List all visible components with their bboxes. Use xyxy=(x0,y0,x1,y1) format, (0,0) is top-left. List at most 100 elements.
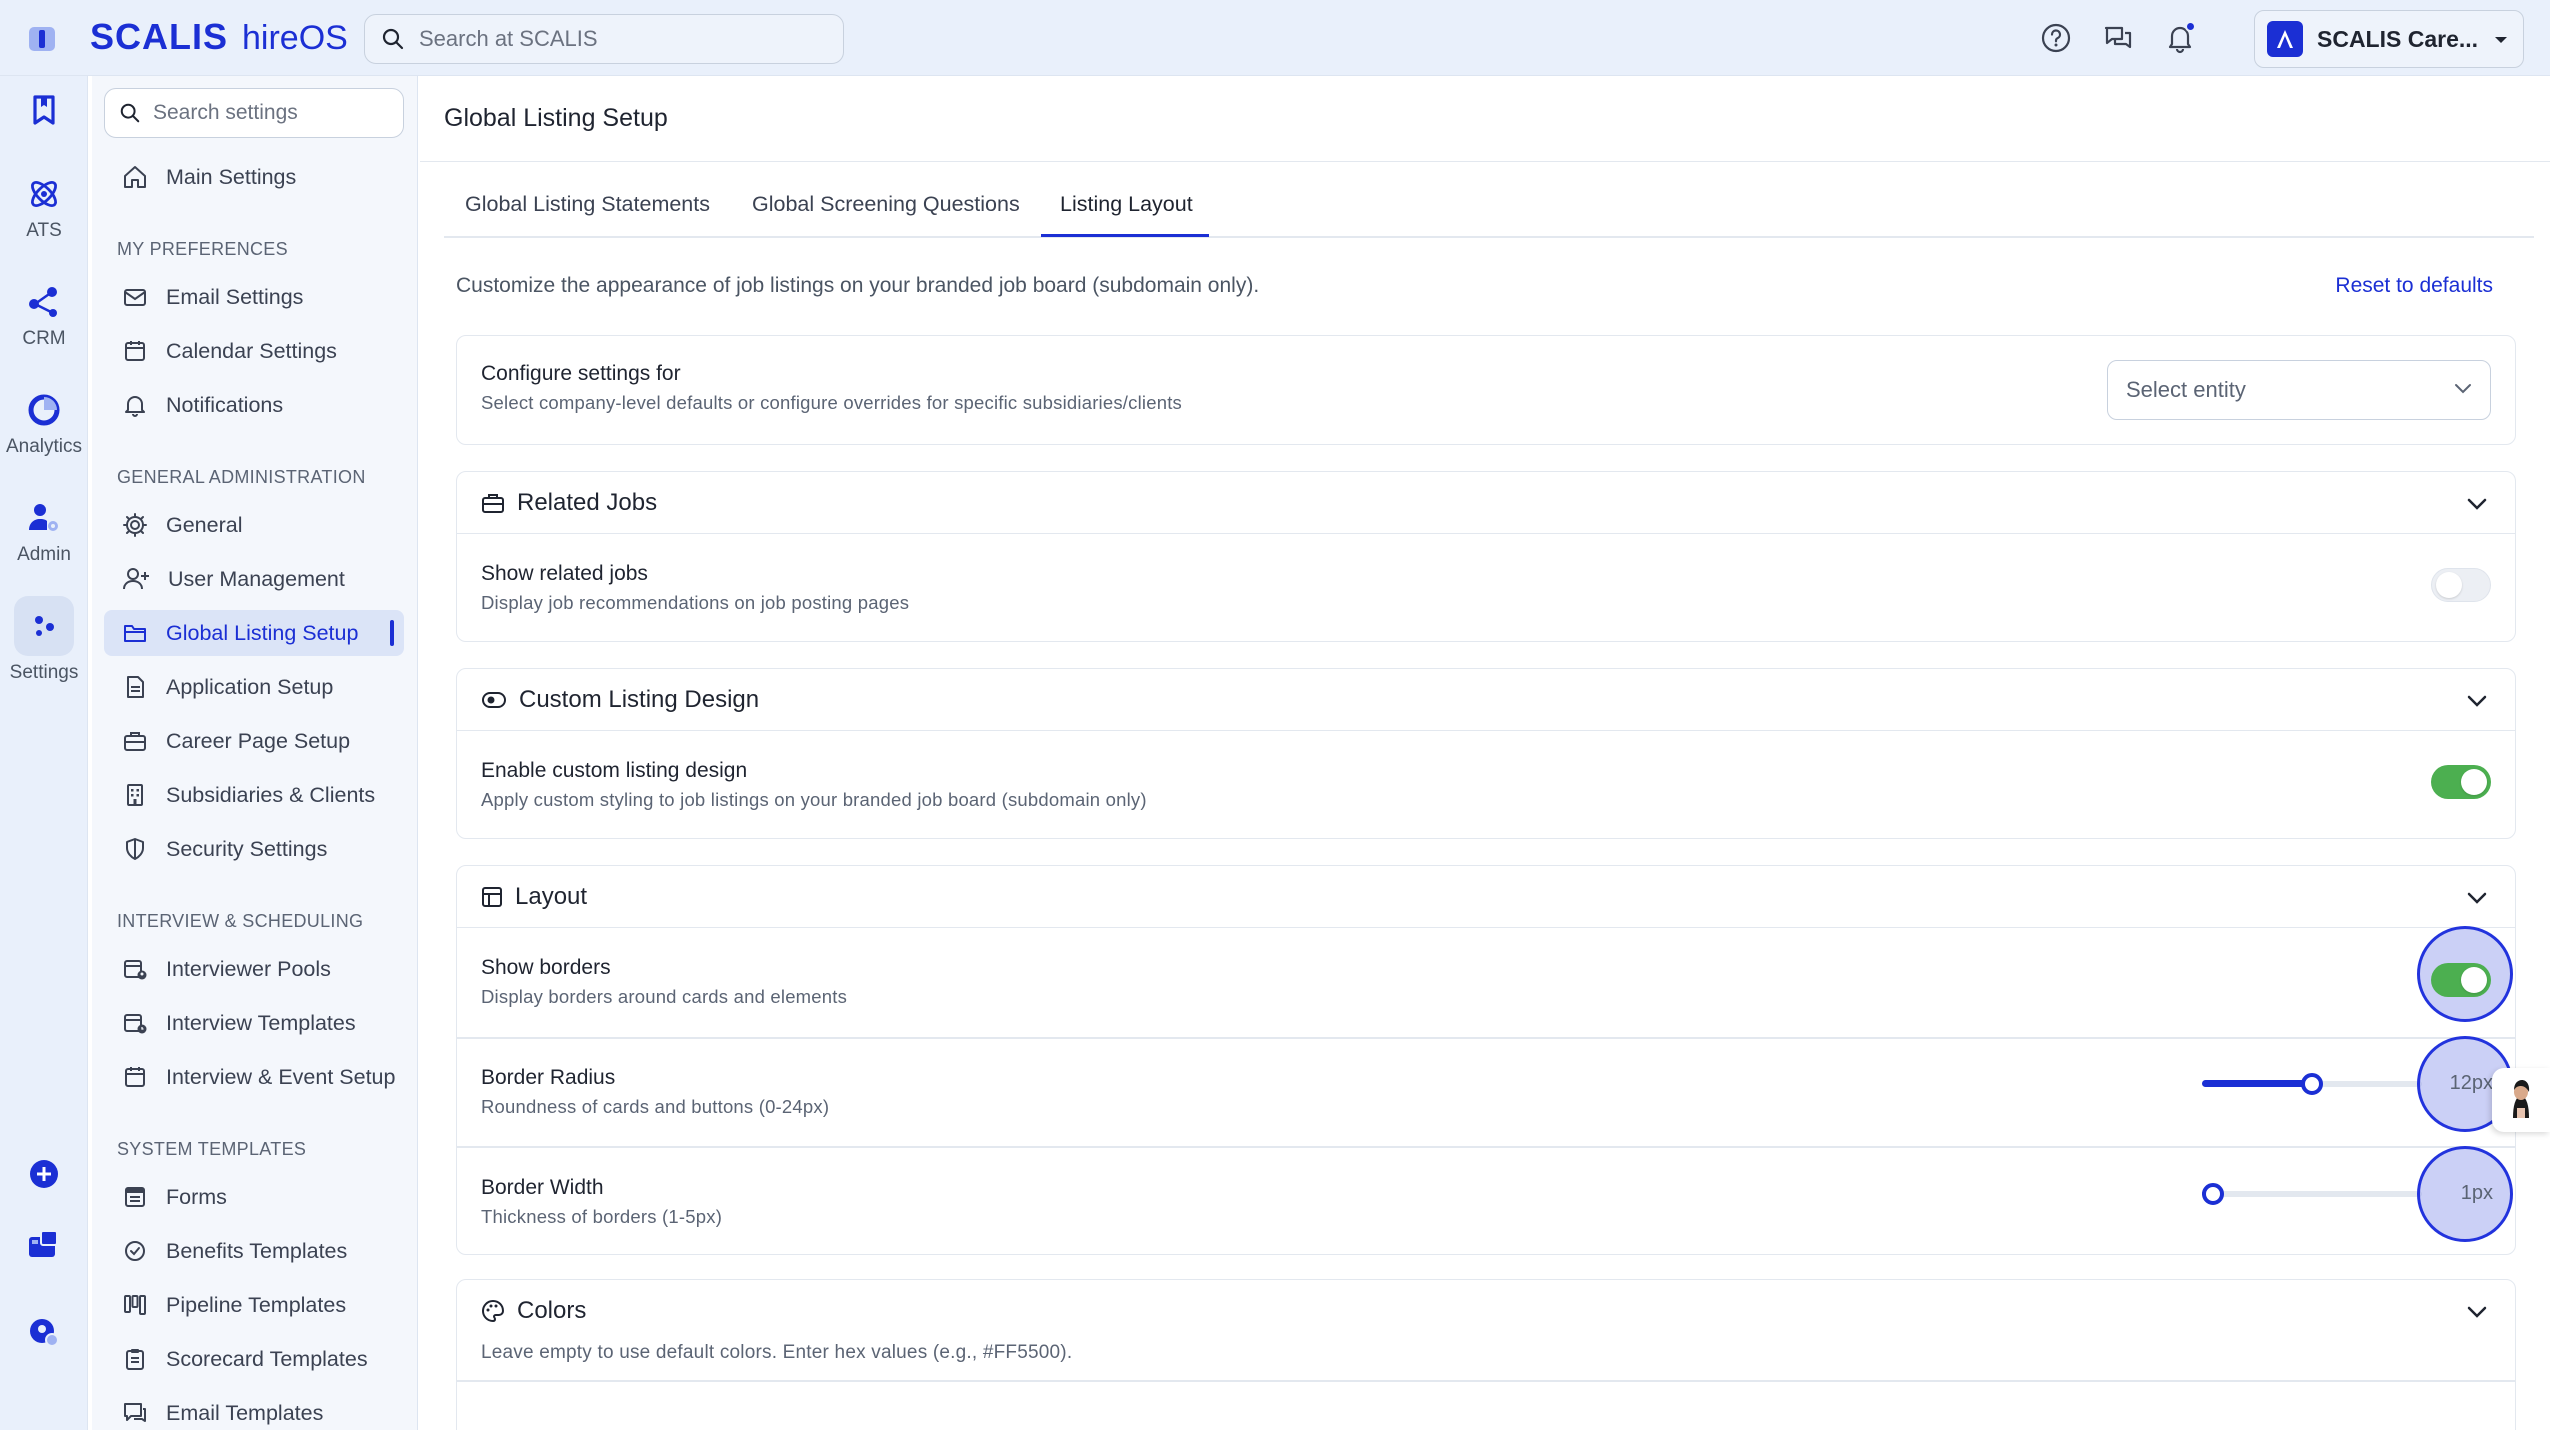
sidebar-item-career-page-setup[interactable]: Career Page Setup xyxy=(104,718,404,764)
network-icon xyxy=(24,282,64,322)
global-search[interactable] xyxy=(364,14,844,64)
active-tab-indicator xyxy=(1041,234,1209,237)
sidebar-item-label: Career Page Setup xyxy=(166,728,351,753)
rail-item-jobs[interactable] xyxy=(0,90,88,130)
sidebar-item-forms[interactable]: Forms xyxy=(104,1174,404,1220)
sidebar-item-label: Forms xyxy=(166,1184,227,1209)
sidebar-item-label: Security Settings xyxy=(166,836,328,861)
rail-add-button[interactable] xyxy=(0,1154,88,1194)
notifications-bell-icon[interactable] xyxy=(2164,21,2196,54)
sidebar-item-notifications[interactable]: Notifications xyxy=(104,382,404,428)
sidebar-item-email-settings[interactable]: Email Settings xyxy=(104,274,404,320)
plus-circle-icon xyxy=(24,1154,64,1194)
sidebar-item-global-listing-setup[interactable]: Global Listing Setup xyxy=(104,610,404,656)
message-icon xyxy=(122,1400,148,1426)
sidebar-item-general[interactable]: General xyxy=(104,502,404,548)
account-switcher[interactable]: SCALIS Care... xyxy=(2254,10,2524,68)
chevron-down-icon[interactable] xyxy=(2465,492,2489,516)
setting-description: Roundness of cards and buttons (0-24px) xyxy=(481,1096,830,1117)
divider xyxy=(457,1380,2515,1382)
settings-dots-icon xyxy=(14,596,74,656)
divider xyxy=(457,1146,2515,1148)
sidebar-item-label: Interview Templates xyxy=(166,1010,356,1035)
tab-global-listing-statements[interactable]: Global Listing Statements xyxy=(465,192,710,217)
chevron-down-icon[interactable] xyxy=(2465,886,2489,910)
user-gear-icon xyxy=(24,498,64,538)
brand-name: SCALIS xyxy=(90,16,229,57)
tab-global-screening-questions[interactable]: Global Screening Questions xyxy=(752,192,1020,217)
settings-search[interactable] xyxy=(104,88,404,138)
rail-item-crm[interactable]: CRM xyxy=(0,282,88,350)
slider-fill xyxy=(2202,1080,2312,1087)
page-description: Customize the appearance of job listings… xyxy=(456,274,1260,297)
enable-custom-design-toggle[interactable] xyxy=(2431,765,2491,799)
rail-item-settings[interactable]: Settings xyxy=(0,596,88,684)
setting-description: Apply custom styling to job listings on … xyxy=(481,789,1147,810)
border-width-slider[interactable] xyxy=(2202,1183,2422,1205)
user-settings-icon xyxy=(24,1312,64,1352)
layout-header[interactable]: Layout xyxy=(457,866,2515,928)
section-heading: INTERVIEW & SCHEDULING xyxy=(117,911,364,931)
border-radius-value: 12px xyxy=(2449,1072,2493,1094)
rail-inbox-button[interactable] xyxy=(0,1224,88,1264)
company-logo-icon xyxy=(2267,21,2303,57)
colors-header[interactable]: Colors xyxy=(457,1280,2515,1342)
sidebar-item-label: Calendar Settings xyxy=(166,338,337,363)
help-icon[interactable] xyxy=(2040,22,2072,54)
reset-defaults-link[interactable]: Reset to defaults xyxy=(2335,274,2493,298)
sidebar-item-email-templates[interactable]: Email Templates xyxy=(104,1390,404,1430)
section-title: Custom Listing Design xyxy=(519,685,760,713)
settings-sidebar: Main Settings MY PREFERENCES Email Setti… xyxy=(92,76,418,1430)
gear-icon xyxy=(122,512,148,538)
sidebar-item-security-settings[interactable]: Security Settings xyxy=(104,826,404,872)
sidebar-item-benefits-templates[interactable]: Benefits Templates xyxy=(104,1228,404,1274)
show-borders-toggle[interactable] xyxy=(2431,963,2491,997)
slider-track xyxy=(2202,1191,2422,1197)
rail-item-admin[interactable]: Admin xyxy=(0,498,88,566)
sidebar-item-label: Email Settings xyxy=(166,284,304,309)
sidebar-item-interview-event-setup[interactable]: Interview & Event Setup xyxy=(104,1054,404,1100)
sidebar-item-subsidiaries-clients[interactable]: Subsidiaries & Clients xyxy=(104,772,404,818)
user-plus-icon xyxy=(122,566,150,592)
rail-account-button[interactable] xyxy=(0,1312,88,1352)
top-bar: SCALIS hireOS SCALIS Care... xyxy=(0,0,2550,76)
show-related-jobs-toggle[interactable] xyxy=(2431,568,2491,602)
app-switcher-icon[interactable] xyxy=(26,22,60,56)
slider-thumb[interactable] xyxy=(2301,1073,2323,1095)
sidebar-item-pipeline-templates[interactable]: Pipeline Templates xyxy=(104,1282,404,1328)
custom-listing-design-header[interactable]: Custom Listing Design xyxy=(457,669,2515,731)
custom-listing-design-card: Custom Listing Design Enable custom list… xyxy=(456,668,2516,839)
rail-item-analytics[interactable]: Analytics xyxy=(0,390,88,458)
sidebar-item-label: Notifications xyxy=(166,392,284,417)
chevron-down-icon[interactable] xyxy=(2465,689,2489,713)
sidebar-item-scorecard-templates[interactable]: Scorecard Templates xyxy=(104,1336,404,1382)
border-radius-slider[interactable] xyxy=(2202,1073,2422,1095)
colors-card: Colors Leave empty to use default colors… xyxy=(456,1279,2516,1430)
global-search-input[interactable] xyxy=(419,26,819,52)
sidebar-item-application-setup[interactable]: Application Setup xyxy=(104,664,404,710)
sidebar-item-user-management[interactable]: User Management xyxy=(104,556,404,602)
sidebar-item-main-settings[interactable]: Main Settings xyxy=(104,154,404,200)
brand-logo[interactable]: SCALIS hireOS xyxy=(90,16,348,60)
support-agent-avatar[interactable] xyxy=(2492,1068,2550,1132)
calendar-icon xyxy=(122,338,148,364)
tab-listing-layout[interactable]: Listing Layout xyxy=(1060,192,1193,217)
entity-select[interactable]: Select entity xyxy=(2107,360,2491,420)
related-jobs-header[interactable]: Related Jobs xyxy=(457,472,2515,534)
check-badge-icon xyxy=(122,1238,148,1264)
sidebar-item-calendar-settings[interactable]: Calendar Settings xyxy=(104,328,404,374)
chat-icon[interactable] xyxy=(2102,22,2134,54)
setting-description: Display borders around cards and element… xyxy=(481,986,848,1007)
sidebar-item-label: Email Templates xyxy=(166,1400,324,1425)
briefcase-icon xyxy=(481,492,505,514)
rail-item-ats[interactable]: ATS xyxy=(0,174,88,242)
settings-search-input[interactable] xyxy=(153,101,393,125)
configure-settings-card: Configure settings for Select company-le… xyxy=(456,335,2516,445)
chevron-down-icon[interactable] xyxy=(2465,1300,2489,1324)
sidebar-item-label: Interviewer Pools xyxy=(166,956,331,981)
sidebar-item-label: User Management xyxy=(168,566,345,591)
entity-select-value: Select entity xyxy=(2126,377,2246,402)
sidebar-item-interviewer-pools[interactable]: Interviewer Pools xyxy=(104,946,404,992)
slider-thumb[interactable] xyxy=(2202,1183,2224,1205)
sidebar-item-interview-templates[interactable]: Interview Templates xyxy=(104,1000,404,1046)
